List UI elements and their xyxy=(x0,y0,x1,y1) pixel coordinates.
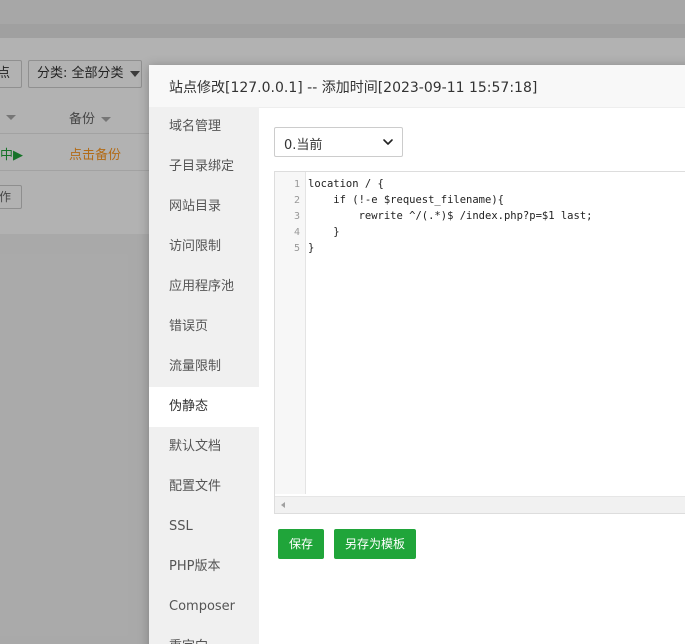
code-line: } xyxy=(308,226,340,238)
dialog-title-bar: 站点修改[127.0.0.1] -- 添加时间[2023-09-11 15:57… xyxy=(149,65,685,108)
code-line: } xyxy=(308,242,315,254)
code-line: rewrite ^/(.*)$ /index.php?p=$1 last; xyxy=(308,210,593,222)
sidebar-item-rewrite[interactable]: 伪静态 xyxy=(149,387,259,427)
site-edit-dialog: 站点修改[127.0.0.1] -- 添加时间[2023-09-11 15:57… xyxy=(149,65,685,644)
code-line: if (!-e $request_filename){ xyxy=(308,194,504,206)
save-as-template-button[interactable]: 另存为模板 xyxy=(334,529,416,559)
sidebar-item-composer[interactable]: Composer xyxy=(149,587,259,627)
line-number: 4 xyxy=(293,227,300,238)
line-number: 3 xyxy=(293,211,300,222)
rewrite-version-select[interactable]: 0.当前 xyxy=(274,127,403,157)
sidebar-item-config[interactable]: 配置文件 xyxy=(149,467,259,507)
sidebar-item-redirect[interactable]: 重定向 xyxy=(149,627,259,644)
line-number: 5 xyxy=(293,243,300,254)
code-line: location / { xyxy=(308,178,384,190)
rewrite-panel: 0.当前 1 2 3 4 5 location / { if (!-e $req… xyxy=(259,107,685,644)
sidebar-item-default-doc[interactable]: 默认文档 xyxy=(149,427,259,467)
sidebar-item-ssl[interactable]: SSL xyxy=(149,507,259,547)
sidebar-item-traffic[interactable]: 流量限制 xyxy=(149,347,259,387)
version-select-value: 0.当前 xyxy=(284,138,323,153)
dialog-title: 站点修改[127.0.0.1] -- 添加时间[2023-09-11 15:57… xyxy=(169,80,538,96)
chevron-down-icon xyxy=(383,139,393,145)
save-button[interactable]: 保存 xyxy=(278,529,324,559)
sidebar-item-site-dir[interactable]: 网站目录 xyxy=(149,187,259,227)
sidebar-item-error-page[interactable]: 错误页 xyxy=(149,307,259,347)
sidebar-item-app-pool[interactable]: 应用程序池 xyxy=(149,267,259,307)
line-number-gutter: 1 2 3 4 5 xyxy=(275,172,306,494)
line-number: 2 xyxy=(293,195,300,206)
sidebar-item-php-version[interactable]: PHP版本 xyxy=(149,547,259,587)
rewrite-code-editor[interactable]: 1 2 3 4 5 location / { if (!-e $request_… xyxy=(274,171,685,514)
scroll-left-icon[interactable] xyxy=(281,502,285,508)
dialog-sidebar: 域名管理 子目录绑定 网站目录 访问限制 应用程序池 错误页 流量限制 伪静态 … xyxy=(149,107,259,644)
sidebar-item-domain[interactable]: 域名管理 xyxy=(149,107,259,147)
horizontal-scrollbar[interactable] xyxy=(275,496,685,513)
sidebar-item-access[interactable]: 访问限制 xyxy=(149,227,259,267)
line-number: 1 xyxy=(293,179,300,190)
sidebar-item-subdir[interactable]: 子目录绑定 xyxy=(149,147,259,187)
